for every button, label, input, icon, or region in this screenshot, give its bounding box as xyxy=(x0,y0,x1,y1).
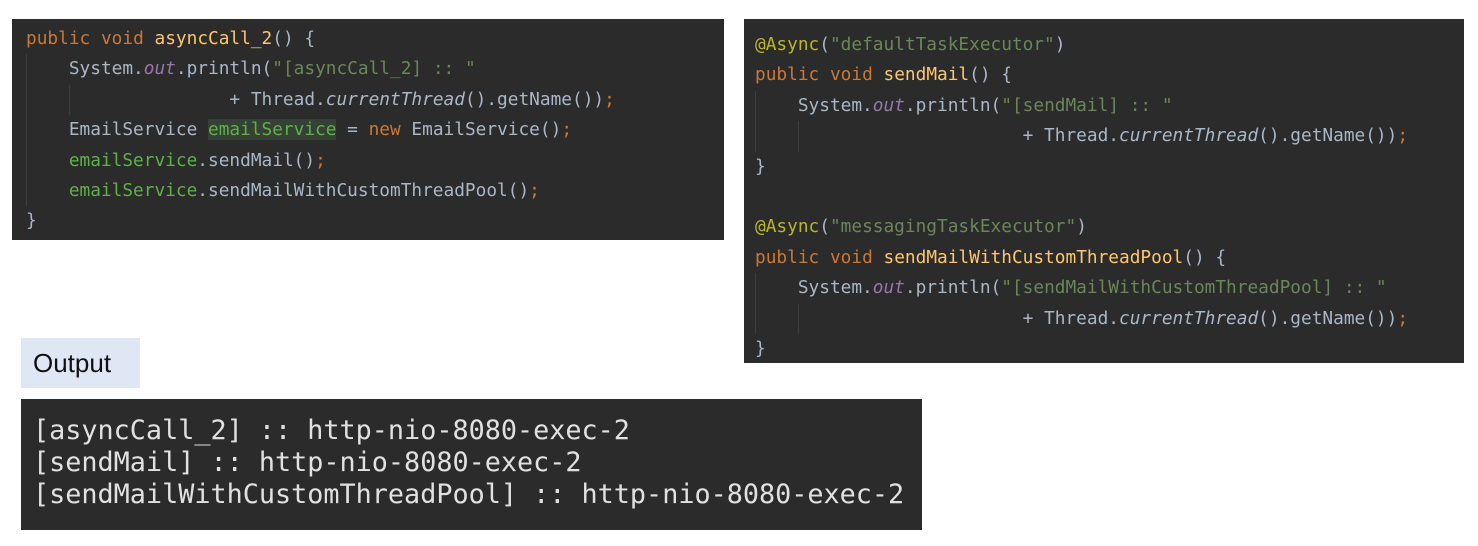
string-literal: "[asyncCall_2] :: " xyxy=(272,58,476,80)
code-text: EmailService xyxy=(68,119,208,141)
method-call: currentThread xyxy=(1119,307,1259,329)
code-line-7: @Async("messagingTaskExecutor") xyxy=(744,212,1464,242)
code-line-8: public void sendMailWithCustomThreadPool… xyxy=(744,243,1464,273)
method-params: () { xyxy=(272,28,316,49)
semicolon: ; xyxy=(561,119,573,141)
indent-guide xyxy=(69,84,70,116)
string-literal: "[sendMailWithCustomThreadPool] :: " xyxy=(1001,277,1387,299)
semicolon: ; xyxy=(529,179,540,201)
indent-guide xyxy=(798,121,799,152)
static-field: out xyxy=(872,277,905,299)
keyword-public: public xyxy=(755,64,820,86)
semicolon: ; xyxy=(1397,125,1409,147)
code-line-9: System.out.println("[sendMailWithCustomT… xyxy=(744,273,1464,304)
code-line-5: emailService.sendMail(); xyxy=(12,145,724,176)
variable: emailService xyxy=(68,179,198,201)
method-name: asyncCall_2 xyxy=(154,28,273,49)
semicolon: ; xyxy=(1397,307,1409,329)
code-line-6: emailService.sendMailWithCustomThreadPoo… xyxy=(12,175,724,207)
static-field: out xyxy=(872,94,905,116)
method-name: sendMailWithCustomThreadPool xyxy=(883,246,1184,268)
code-line-4: EmailService emailService = new EmailSer… xyxy=(12,115,724,146)
string-literal: "defaultTaskExecutor" xyxy=(829,34,1055,55)
keyword-void: void xyxy=(829,246,873,268)
indent-guide xyxy=(798,303,799,334)
semicolon: ; xyxy=(604,88,615,110)
indent-guide xyxy=(755,273,756,304)
code-text: .println( xyxy=(904,94,1002,116)
code-line-3: + Thread.currentThread().getName()); xyxy=(12,84,724,116)
method-name: sendMail xyxy=(883,64,970,86)
code-text: ( xyxy=(819,34,830,55)
console-line: [asyncCall_2] :: http-nio-8080-exec-2 xyxy=(33,415,630,446)
annotation: @Async xyxy=(755,216,820,238)
code-text: + Thread. xyxy=(229,88,326,110)
code-panel-email-service: @Async("defaultTaskExecutor") public voi… xyxy=(744,19,1464,363)
code-text: + Thread. xyxy=(1022,125,1119,147)
indent-guide xyxy=(755,303,756,334)
output-label: Output xyxy=(21,338,140,388)
static-field: out xyxy=(143,58,176,80)
keyword-new: new xyxy=(368,119,401,141)
closing-brace: } xyxy=(26,210,37,232)
code-line-4: + Thread.currentThread().getName()); xyxy=(744,121,1464,152)
code-line-2: public void sendMail() { xyxy=(744,60,1464,90)
code-line-2: System.out.println("[asyncCall_2] :: " xyxy=(12,54,724,85)
code-text: System. xyxy=(68,58,144,80)
code-text: ( xyxy=(819,216,830,238)
variable-highlighted: emailService xyxy=(208,119,337,141)
code-line-10: + Thread.currentThread().getName()); xyxy=(744,303,1464,334)
code-text: System. xyxy=(797,277,873,299)
code-line-3: System.out.println("[sendMail] :: " xyxy=(744,90,1464,122)
code-text: ().getName()) xyxy=(1258,307,1398,329)
code-text: + Thread. xyxy=(1022,307,1119,329)
keyword-public: public xyxy=(755,246,820,268)
code-panel-asynccall: public void asyncCall_2() { System.out.p… xyxy=(12,19,724,240)
indent-guide xyxy=(755,121,756,152)
string-literal: "messagingTaskExecutor" xyxy=(829,216,1077,238)
indent-guide xyxy=(26,84,27,116)
code-text: ) xyxy=(1076,216,1087,238)
code-text: .println( xyxy=(175,58,273,80)
method-params: () { xyxy=(1183,246,1227,268)
code-text: ().getName()) xyxy=(464,88,605,110)
code-text: .sendMailWithCustomThreadPool() xyxy=(197,179,530,201)
code-line-7: } xyxy=(12,206,724,236)
console-line: [sendMailWithCustomThreadPool] :: http-n… xyxy=(33,479,905,510)
indent-guide xyxy=(26,54,27,85)
method-call: currentThread xyxy=(1119,125,1259,147)
method-params: () { xyxy=(969,64,1012,86)
method-call: currentThread xyxy=(325,88,465,110)
code-line-11: } xyxy=(744,334,1464,364)
console-output: [asyncCall_2] :: http-nio-8080-exec-2 [s… xyxy=(21,399,922,530)
code-line-5: } xyxy=(744,152,1464,182)
variable: emailService xyxy=(68,149,198,171)
keyword-void: void xyxy=(829,64,873,86)
code-text: System. xyxy=(797,94,873,116)
code-line-1: @Async("defaultTaskExecutor") xyxy=(744,30,1464,60)
code-text: ) xyxy=(1054,34,1066,55)
code-text: ().getName()) xyxy=(1258,125,1398,147)
code-text: .println( xyxy=(904,277,1002,299)
closing-brace: } xyxy=(755,155,766,177)
keyword-void: void xyxy=(100,28,144,49)
code-text: .sendMail() xyxy=(197,149,316,171)
code-line-1: public void asyncCall_2() { xyxy=(12,24,724,54)
semicolon: ; xyxy=(315,149,326,171)
string-literal: "[sendMail] :: " xyxy=(1001,94,1173,116)
annotation: @Async xyxy=(755,34,820,55)
closing-brace: } xyxy=(755,337,766,359)
indent-guide xyxy=(755,90,756,122)
console-line: [sendMail] :: http-nio-8080-exec-2 xyxy=(33,447,582,478)
code-text: = xyxy=(336,119,369,141)
code-text: EmailService() xyxy=(400,119,562,141)
indent-guide xyxy=(26,115,27,146)
indent-guide xyxy=(26,175,27,207)
indent-guide xyxy=(26,145,27,176)
keyword-public: public xyxy=(26,28,91,49)
